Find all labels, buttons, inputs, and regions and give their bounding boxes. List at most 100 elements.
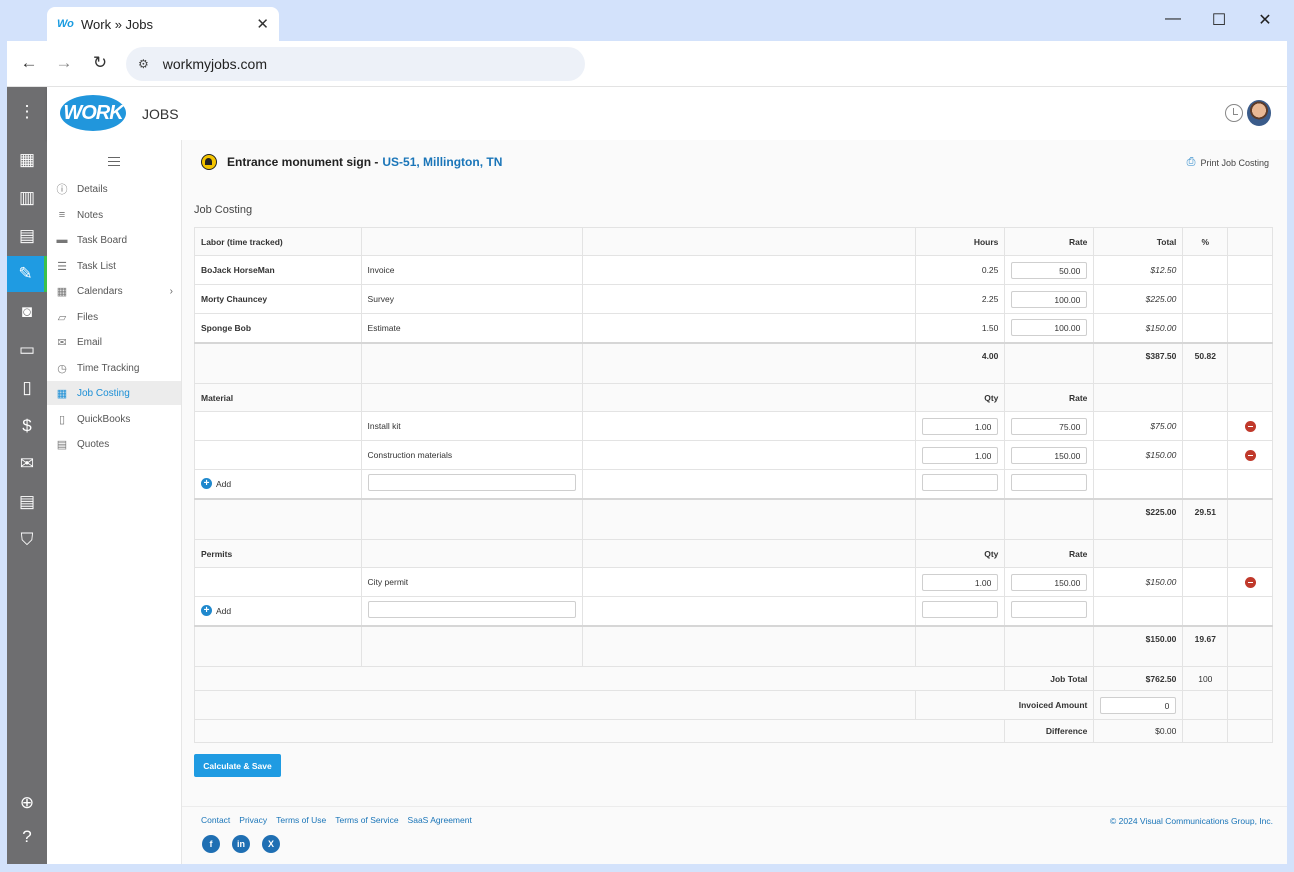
remove-icon[interactable] [1244,420,1256,432]
calculate-save-button[interactable]: Calculate & Save [194,754,281,777]
sidebar-item-task-list[interactable]: ☰ Task List [47,254,181,278]
linkedin-icon[interactable]: in [232,835,250,853]
remove-icon[interactable] [1244,449,1256,461]
material-rate-input[interactable]: 150.00 [1011,446,1088,464]
material-add-row: + Add [194,469,1273,499]
footer-link-privacy[interactable]: Privacy [239,815,267,825]
copyright: © 2024 Visual Communications Group, Inc. [1110,816,1273,826]
top-bar: WORK JOBS [47,87,1287,140]
permit-qty-input[interactable]: 1.00 [922,573,999,591]
close-window-icon[interactable]: ✕ [1256,10,1274,30]
footer-links: Contact Privacy Terms of Use Terms of Se… [201,815,472,825]
new-material-qty-input[interactable] [922,474,999,492]
sidebar-item-notes[interactable]: ≡ Notes [47,203,181,227]
contacts-icon[interactable]: ◙ [7,294,47,330]
footer-link-saas-agreement[interactable]: SaaS Agreement [408,815,472,825]
table-row: Sponge Bob Estimate 1.50 100.00 $150.00 [194,313,1273,343]
invoiced-amount-input[interactable]: 0 [1100,696,1177,714]
table-row: BoJack HorseMan Invoice 0.25 50.00 $12.5… [194,255,1273,285]
notes-icon: ≡ [58,209,66,221]
help-icon[interactable]: ? [7,819,47,855]
new-permit-name-input[interactable] [367,601,576,619]
table-row: Construction materials 1.00 150.00 $150.… [194,440,1273,470]
new-material-rate-input[interactable] [1011,474,1088,492]
jobs-icon[interactable]: ✎ [7,256,47,292]
clock-icon[interactable] [1225,104,1243,122]
printer-icon: ⎙ [1186,156,1196,168]
labor-rate-input[interactable]: 100.00 [1011,319,1088,337]
minimize-icon[interactable]: — [1164,10,1182,30]
labor-subtotal-row: 4.00 $387.50 50.82 [194,341,1273,384]
permits-subtotal-row: $150.00 19.67 [194,624,1273,667]
facebook-icon[interactable]: f [202,835,220,853]
window-controls: — ☐ ✕ [1164,10,1274,30]
new-material-name-input[interactable] [367,474,576,492]
board-icon[interactable]: ▥ [7,180,47,216]
main-content: Entrance monument sign - US-51, Millingt… [182,140,1287,864]
sidebar-item-quotes[interactable]: ▤ Quotes [47,432,181,456]
browser-tab[interactable]: Wo Work » Jobs ✕ [47,7,279,41]
permits-add-row: + Add [194,596,1273,626]
inventory-icon[interactable]: ▭ [7,332,47,368]
sidebar-item-email[interactable]: ✉ Email [47,330,181,354]
permit-rate-input[interactable]: 150.00 [1011,573,1088,591]
reports-icon[interactable]: ▤ [7,484,47,520]
social-links: f in X [202,835,280,853]
footer-link-terms-of-use[interactable]: Terms of Use [276,815,326,825]
dollar-icon[interactable]: $ [7,408,47,444]
mail-icon[interactable]: ✉ [7,446,47,482]
quote-icon: ▤ [56,438,68,451]
info-icon: ⓘ [56,184,68,196]
job-costing-table: Labor (time tracked) Hours Rate Total % … [193,227,1273,743]
job-title: Entrance monument sign - [227,155,379,169]
hamburger-icon[interactable] [108,157,120,166]
site-settings-icon[interactable]: ⚙ [138,57,149,71]
section-title: Job Costing [194,204,253,216]
remove-icon[interactable] [1244,576,1256,588]
documents-icon[interactable]: ▯ [7,370,47,406]
invoiced-amount-row: Invoiced Amount 0 [193,690,1273,720]
close-tab-icon[interactable]: ✕ [256,15,269,33]
favicon-icon: Wo [57,18,74,30]
sidebar-item-files[interactable]: ▱ Files [47,305,181,329]
add-material-button[interactable]: + Add [201,478,231,490]
job-location-link[interactable]: US-51, Millington, TN [382,155,502,169]
back-icon[interactable]: ← [19,53,39,73]
plus-icon: + [201,478,212,490]
reload-icon[interactable]: ↻ [90,53,110,73]
material-rate-input[interactable]: 75.00 [1011,417,1088,435]
material-qty-input[interactable]: 1.00 [922,446,999,464]
add-icon[interactable]: ⊕ [7,785,47,821]
sidebar-item-task-board[interactable]: ▬ Task Board [47,228,181,252]
sidebar-item-time-tracking[interactable]: ◷ Time Tracking [47,356,181,380]
new-permit-rate-input[interactable] [1011,601,1088,619]
labor-rate-input[interactable]: 50.00 [1011,261,1088,279]
dashboard-icon[interactable]: ▦ [7,142,47,178]
x-icon[interactable]: X [262,835,280,853]
calendar-rail-icon[interactable]: ▤ [7,218,47,254]
print-job-costing-button[interactable]: ⎙ Print Job Costing [1187,156,1269,169]
url-field[interactable]: ⚙ workmyjobs.com [126,47,585,81]
footer-link-contact[interactable]: Contact [201,815,230,825]
address-bar: ← → ↻ ⚙ workmyjobs.com [7,41,1287,87]
sidebar-item-job-costing[interactable]: ▦ Job Costing [47,381,181,405]
avatar[interactable] [1247,100,1271,126]
url-text: workmyjobs.com [162,56,268,72]
forward-icon[interactable]: → [54,53,74,73]
sidebar-item-quickbooks[interactable]: ▯ QuickBooks [47,407,181,431]
labor-rate-input[interactable]: 100.00 [1011,290,1088,308]
sidebar-item-calendars[interactable]: ▦ Calendars › [47,279,181,303]
more-icon[interactable]: ⋮ [7,94,47,130]
table-row: Morty Chauncey Survey 2.25 100.00 $225.0… [194,284,1273,314]
maximize-icon[interactable]: ☐ [1210,10,1228,30]
icon-rail: ⋮ ▦ ▥ ▤ ✎ ◙ ▭ ▯ $ ✉ ▤ ⛉ ⊕ ? [7,87,47,864]
security-icon[interactable]: ⛉ [7,522,47,558]
new-permit-qty-input[interactable] [922,601,999,619]
footer-link-terms-of-service[interactable]: Terms of Service [335,815,398,825]
sidebar-item-details[interactable]: ⓘ Details [47,177,181,201]
material-qty-input[interactable]: 1.00 [922,417,999,435]
work-logo[interactable]: WORK [60,95,126,131]
tasklist-icon: ☰ [57,260,67,273]
add-permit-button[interactable]: + Add [201,605,231,617]
table-row: City permit 1.00 150.00 $150.00 [194,567,1273,597]
